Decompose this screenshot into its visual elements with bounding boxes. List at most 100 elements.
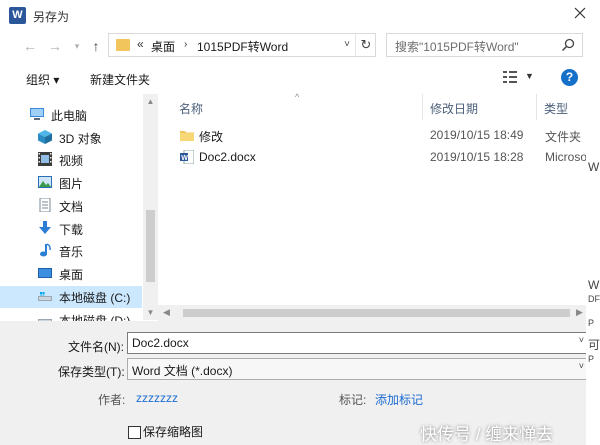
save-thumbnail-checkbox[interactable]: [128, 426, 141, 439]
background-text: DF: [588, 294, 600, 304]
nav-item-music[interactable]: 音乐: [0, 240, 142, 262]
scroll-down-icon[interactable]: ▼: [146, 308, 155, 317]
new-folder-button[interactable]: 新建文件夹: [90, 71, 150, 88]
search-icon[interactable]: [561, 38, 575, 52]
scroll-left-icon[interactable]: ◀: [163, 307, 170, 318]
word-app-icon: W: [9, 7, 26, 24]
nav-item-pictures[interactable]: 图片: [0, 172, 142, 194]
chevron-down-icon[interactable]: ˅: [579, 335, 584, 345]
nav-item-drive-c[interactable]: 本地磁盘 (C:): [0, 286, 142, 308]
download-icon: [39, 221, 51, 234]
pictures-icon: [38, 176, 52, 188]
save-type-select[interactable]: Word 文档 (*.docx) ˅: [127, 358, 588, 380]
background-text: 可: [588, 338, 600, 352]
nav-item-drive-d[interactable]: 本地磁盘 (D:): [0, 309, 142, 321]
filename-value[interactable]: Doc2.docx: [132, 336, 189, 350]
nav-item-label: 此电脑: [51, 109, 88, 123]
scroll-right-icon[interactable]: ▶: [576, 307, 583, 318]
file-row-folder[interactable]: 修改 2019/10/15 18:49 文件夹: [166, 124, 596, 146]
file-list-horizontal-scrollbar[interactable]: ◀ ▶: [158, 305, 600, 321]
nav-item-desktop[interactable]: 桌面: [0, 263, 142, 285]
arrow-left-icon: ←: [23, 38, 37, 54]
tags-field[interactable]: 添加标记: [375, 391, 423, 408]
save-as-dialog: W 另存为 ← → ▾ ↑ « 桌面 › 1015PDF转Word ˅ ↻ 搜索…: [0, 0, 600, 445]
background-text: W: [588, 160, 600, 174]
column-header-name[interactable]: 名称: [179, 100, 203, 117]
column-divider[interactable]: [422, 94, 423, 120]
refresh-button[interactable]: ↻: [355, 34, 376, 56]
author-field[interactable]: zzzzzzz: [136, 391, 178, 405]
nav-pane-scrollbar[interactable]: ▲ ▼: [143, 94, 158, 320]
nav-item-label: 音乐: [59, 245, 84, 259]
background-text: W: [588, 278, 600, 292]
navigation-pane: 此电脑 3D 对象 视频 图片 文档 下载 音乐 桌面 本地磁盘 (C:) 本地…: [0, 94, 158, 321]
search-box[interactable]: 搜索"1015PDF转Word": [386, 33, 583, 57]
view-options-icon[interactable]: [502, 70, 518, 84]
file-list: ^ 名称 修改日期 类型 修改 2019/10/15 18:49 文件夹 W D…: [158, 92, 600, 321]
save-thumbnail-label[interactable]: 保存缩略图: [143, 423, 203, 440]
recent-locations-button[interactable]: ▾: [67, 36, 87, 56]
breadcrumb-separator-icon[interactable]: ›: [184, 39, 187, 50]
view-dropdown-icon[interactable]: ▼: [525, 71, 534, 81]
scroll-thumb[interactable]: [146, 210, 155, 282]
desktop-icon: [38, 268, 52, 278]
address-dropdown[interactable]: ˅: [339, 36, 355, 54]
filename-field[interactable]: Doc2.docx ˅: [127, 332, 588, 354]
video-icon: [38, 152, 52, 166]
nav-item-downloads[interactable]: 下载: [0, 218, 142, 240]
file-type: 文件夹: [545, 130, 582, 144]
arrow-up-icon: ↑: [92, 38, 100, 54]
organize-button[interactable]: 组织 ▾: [26, 71, 59, 88]
author-label: 作者:: [98, 393, 126, 407]
breadcrumb-current-folder[interactable]: 1015PDF转Word: [197, 38, 288, 55]
background-text: P: [588, 354, 595, 364]
nav-item-label: 图片: [59, 177, 84, 191]
save-type-value: Word 文档 (*.docx): [132, 364, 233, 378]
chevron-down-icon: ▾: [74, 41, 80, 51]
scroll-thumb[interactable]: [183, 309, 570, 317]
computer-icon: [30, 108, 44, 120]
file-type: Microso: [545, 150, 588, 164]
chevron-down-icon: ˅: [344, 39, 350, 50]
back-button[interactable]: ←: [20, 36, 40, 56]
file-date: 2019/10/15 18:49: [430, 128, 524, 142]
save-type-label: 保存类型(T):: [58, 365, 125, 379]
drive-icon: [38, 319, 52, 321]
file-row-document[interactable]: W Doc2.docx 2019/10/15 18:28 Microso: [166, 146, 596, 168]
3d-objects-icon: [38, 130, 52, 144]
breadcrumb-overflow[interactable]: «: [137, 37, 144, 51]
title-bar: W 另存为: [0, 0, 600, 30]
file-date: 2019/10/15 18:28: [430, 150, 524, 164]
chevron-down-icon[interactable]: ˅: [579, 361, 584, 371]
sort-ascending-icon: ^: [295, 92, 300, 102]
file-name: 修改: [199, 130, 224, 144]
file-name: Doc2.docx: [199, 150, 256, 164]
column-header-type[interactable]: 类型: [544, 100, 568, 117]
close-button[interactable]: [566, 3, 594, 27]
nav-item-label: 本地磁盘 (C:): [59, 291, 131, 305]
column-divider[interactable]: [536, 94, 537, 120]
word-doc-icon: W: [180, 150, 194, 164]
background-text: P: [588, 318, 595, 328]
up-button[interactable]: ↑: [86, 36, 106, 56]
address-bar[interactable]: « 桌面 › 1015PDF转Word ˅ ↻: [108, 33, 376, 57]
breadcrumb-desktop[interactable]: 桌面: [151, 38, 175, 55]
nav-item-label: 文档: [59, 200, 84, 214]
folder-icon: [116, 39, 130, 51]
filename-label: 文件名(N):: [68, 340, 124, 354]
svg-text:W: W: [181, 155, 188, 162]
forward-button[interactable]: →: [45, 36, 65, 56]
documents-icon: [39, 198, 51, 212]
help-icon[interactable]: ?: [561, 69, 578, 86]
nav-item-3d-objects[interactable]: 3D 对象: [0, 127, 142, 149]
search-input[interactable]: 搜索"1015PDF转Word": [395, 38, 519, 55]
nav-item-videos[interactable]: 视频: [0, 149, 142, 171]
music-icon: [40, 243, 51, 257]
nav-item-this-pc[interactable]: 此电脑: [0, 104, 142, 126]
refresh-icon: ↻: [360, 37, 372, 52]
nav-item-documents[interactable]: 文档: [0, 195, 142, 217]
tags-label: 标记:: [339, 393, 367, 407]
dialog-title: 另存为: [33, 10, 70, 24]
column-header-date[interactable]: 修改日期: [430, 100, 478, 117]
scroll-up-icon[interactable]: ▲: [146, 97, 155, 106]
